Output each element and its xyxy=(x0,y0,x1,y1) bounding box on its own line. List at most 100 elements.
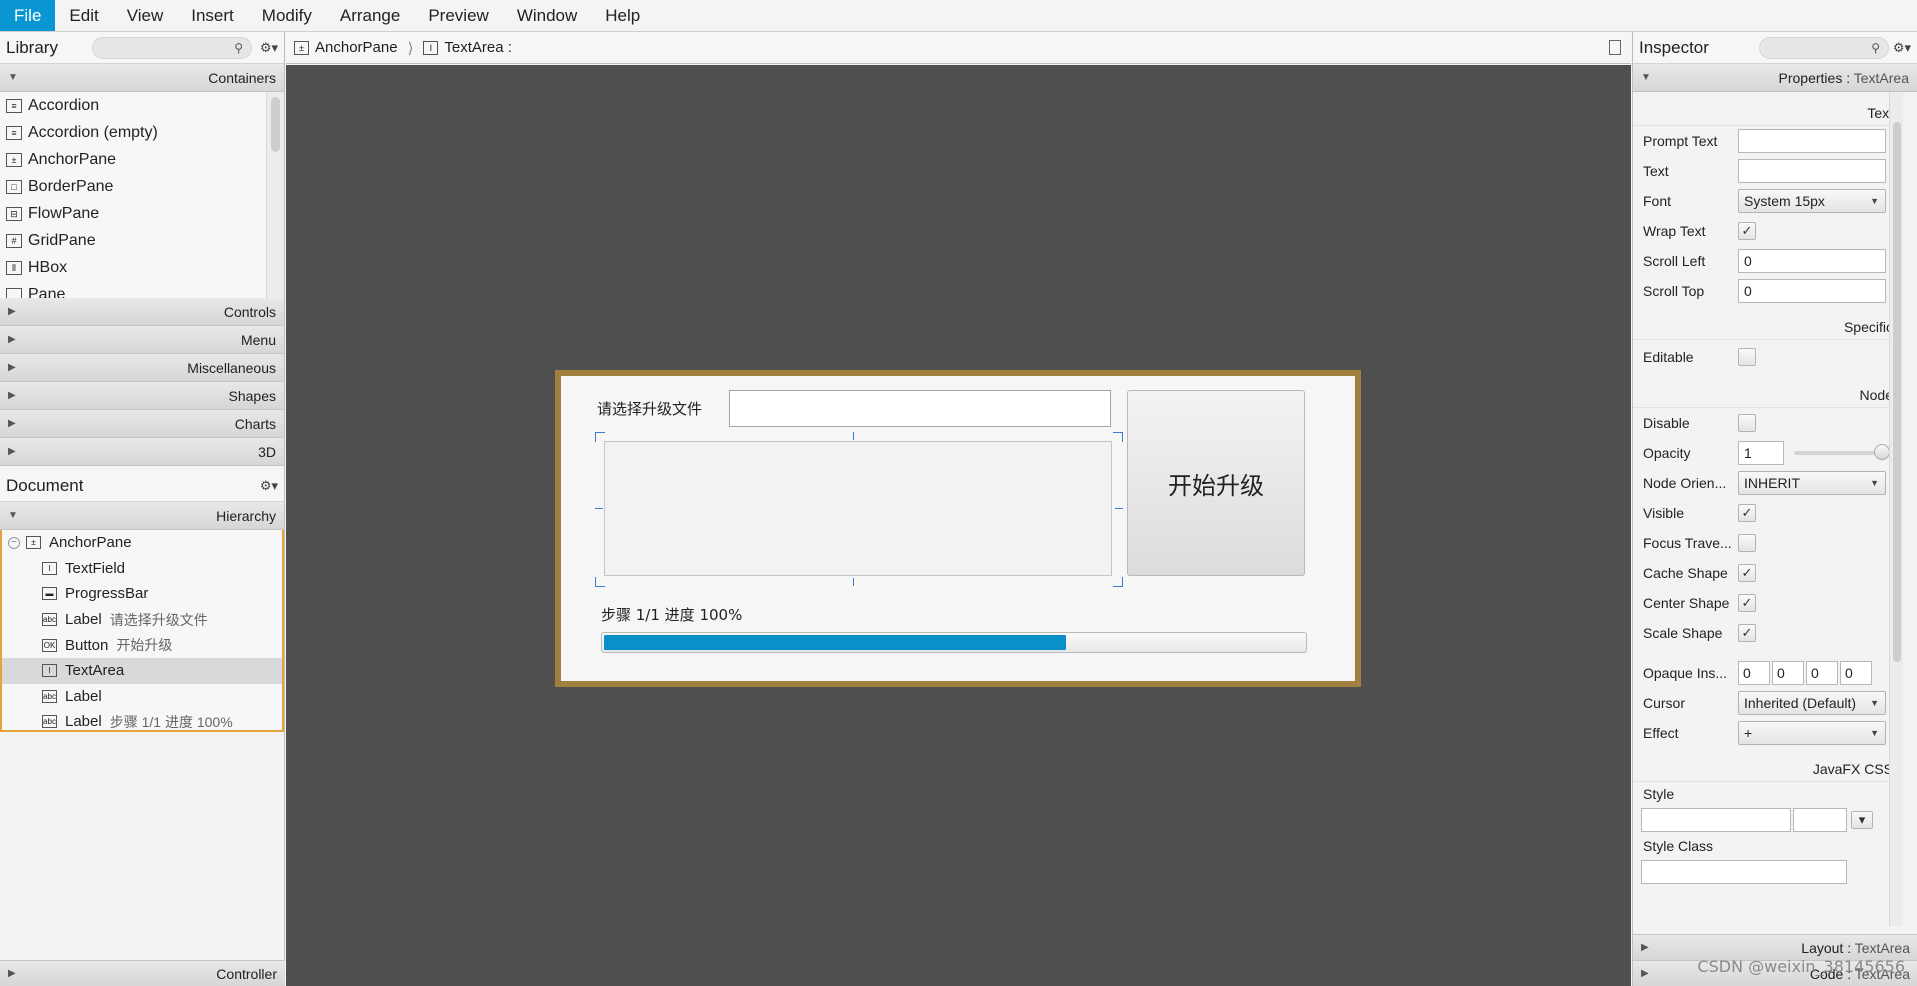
start-upgrade-button[interactable]: 开始升级 xyxy=(1127,390,1305,576)
text-field[interactable] xyxy=(1738,159,1886,183)
style-field[interactable] xyxy=(1641,808,1791,832)
focus-traversable-checkbox[interactable] xyxy=(1738,534,1756,552)
font-select[interactable]: System 15px xyxy=(1738,189,1886,213)
effect-select[interactable]: + xyxy=(1738,721,1886,745)
disable-checkbox[interactable] xyxy=(1738,414,1756,432)
list-item[interactable]: ± AnchorPane xyxy=(0,146,284,173)
selection-handle[interactable] xyxy=(1115,508,1123,509)
log-textarea[interactable] xyxy=(604,441,1112,576)
tree-row-anchorpane[interactable]: − ± AnchorPane xyxy=(2,530,282,556)
menu-edit[interactable]: Edit xyxy=(55,0,112,31)
list-item[interactable]: □ BorderPane xyxy=(0,173,284,200)
scale-shape-checkbox[interactable]: ✓ xyxy=(1738,624,1756,642)
style-class-field[interactable] xyxy=(1641,860,1847,884)
document-icon[interactable] xyxy=(1609,40,1621,55)
selection-handle[interactable] xyxy=(595,508,603,509)
slider-knob[interactable] xyxy=(1874,444,1890,460)
list-item[interactable]: # GridPane xyxy=(0,227,284,254)
center-shape-checkbox[interactable]: ✓ xyxy=(1738,594,1756,612)
tree-row[interactable]: ▬ ProgressBar xyxy=(2,581,282,607)
prop-cursor: Cursor Inherited (Default) xyxy=(1633,688,1903,718)
style-dropdown[interactable]: ▾ xyxy=(1851,811,1873,829)
menu-file[interactable]: File xyxy=(0,0,56,31)
style-value-field[interactable] xyxy=(1793,808,1847,832)
menu-modify[interactable]: Modify xyxy=(248,0,326,31)
section-controls[interactable]: ▶ Controls xyxy=(0,298,284,326)
gear-icon[interactable]: ⚙▾ xyxy=(252,478,278,494)
list-item[interactable]: Pane xyxy=(0,281,284,298)
progress-status-label[interactable]: 步骤 1/1 进度 100% xyxy=(601,604,742,625)
scroll-thumb[interactable] xyxy=(271,97,280,152)
menu-preview[interactable]: Preview xyxy=(414,0,502,31)
wrap-text-checkbox[interactable]: ✓ xyxy=(1738,222,1756,240)
tree-row[interactable]: abc Label 步骤 1/1 进度 100% xyxy=(2,709,282,735)
section-containers[interactable]: ▼ Containers xyxy=(0,64,284,92)
tree-row[interactable]: I TextField xyxy=(2,556,282,582)
library-scrollbar[interactable] xyxy=(266,92,284,298)
collapse-icon[interactable]: − xyxy=(8,536,20,549)
selection-handle[interactable] xyxy=(853,432,854,440)
inspector-scrollbar[interactable] xyxy=(1889,92,1903,926)
menu-insert[interactable]: Insert xyxy=(177,0,248,31)
tree-row[interactable]: abc Label xyxy=(2,684,282,710)
prop-effect: Effect + xyxy=(1633,718,1903,748)
section-properties[interactable]: ▼ Properties : TextArea xyxy=(1633,64,1917,92)
anchor-pane-preview[interactable]: 请选择升级文件 开始升级 步骤 1/1 进度 100% xyxy=(555,370,1361,687)
breadcrumb-current[interactable]: TextArea : xyxy=(444,39,512,56)
cursor-select[interactable]: Inherited (Default) xyxy=(1738,691,1886,715)
breadcrumb-root[interactable]: AnchorPane xyxy=(315,39,398,56)
tree-row[interactable]: abc Label 请选择升级文件 xyxy=(2,607,282,633)
select-file-label[interactable]: 请选择升级文件 xyxy=(597,398,702,419)
opacity-slider[interactable] xyxy=(1794,444,1890,460)
list-item[interactable]: ⦀ HBox xyxy=(0,254,284,281)
file-path-textfield[interactable] xyxy=(729,390,1111,427)
inset-bottom-field[interactable]: 0 xyxy=(1806,661,1838,685)
list-item[interactable]: ⊟ FlowPane xyxy=(0,200,284,227)
list-item[interactable]: ≡ Accordion (empty) xyxy=(0,119,284,146)
inspector-search-input[interactable]: ⚲ xyxy=(1759,36,1889,59)
selection-handle[interactable] xyxy=(1113,577,1123,587)
prop-font: Font System 15px xyxy=(1633,186,1903,216)
selection-handle[interactable] xyxy=(595,432,605,442)
opacity-field[interactable]: 1 xyxy=(1738,441,1784,465)
selection-handle[interactable] xyxy=(1113,432,1123,442)
section-miscellaneous[interactable]: ▶ Miscellaneous xyxy=(0,354,284,382)
node-orientation-select[interactable]: INHERIT xyxy=(1738,471,1886,495)
section-controller[interactable]: ▶ Controller xyxy=(0,960,285,986)
collapsed-triangle-icon: ▶ xyxy=(8,334,16,345)
list-item[interactable]: ≡ Accordion xyxy=(0,92,284,119)
scroll-left-field[interactable]: 0 xyxy=(1738,249,1886,273)
tree-row[interactable]: OK Button 开始升级 xyxy=(2,632,282,658)
inset-right-field[interactable]: 0 xyxy=(1772,661,1804,685)
progress-fill xyxy=(604,635,1066,650)
library-search-input[interactable]: ⚲ xyxy=(92,36,252,59)
scroll-thumb[interactable] xyxy=(1893,122,1901,662)
section-shapes[interactable]: ▶ Shapes xyxy=(0,382,284,410)
collapsed-triangle-icon: ▶ xyxy=(1641,942,1649,953)
inset-left-field[interactable]: 0 xyxy=(1840,661,1872,685)
menu-window[interactable]: Window xyxy=(503,0,591,31)
menu-view[interactable]: View xyxy=(113,0,178,31)
gear-icon[interactable]: ⚙▾ xyxy=(1889,40,1911,56)
menu-arrange[interactable]: Arrange xyxy=(326,0,414,31)
scroll-top-field[interactable]: 0 xyxy=(1738,279,1886,303)
section-charts[interactable]: ▶ Charts xyxy=(0,410,284,438)
section-hierarchy[interactable]: ▼ Hierarchy xyxy=(0,502,284,530)
inset-top-field[interactable]: 0 xyxy=(1738,661,1770,685)
design-canvas[interactable]: 请选择升级文件 开始升级 步骤 1/1 进度 100% xyxy=(286,65,1631,986)
group-text: Text xyxy=(1633,100,1903,126)
tree-row-selected[interactable]: I TextArea xyxy=(2,657,282,684)
selection-handle[interactable] xyxy=(595,577,605,587)
section-menu[interactable]: ▶ Menu xyxy=(0,326,284,354)
menu-help[interactable]: Help xyxy=(591,0,654,31)
selection-handle[interactable] xyxy=(853,578,854,586)
gear-icon[interactable]: ⚙▾ xyxy=(252,40,278,56)
editable-checkbox[interactable] xyxy=(1738,348,1756,366)
section-3d[interactable]: ▶ 3D xyxy=(0,438,284,466)
visible-checkbox[interactable]: ✓ xyxy=(1738,504,1756,522)
upgrade-progress-bar[interactable] xyxy=(601,632,1307,653)
chevron-right-icon: ⟩ xyxy=(407,39,414,57)
cache-shape-checkbox[interactable]: ✓ xyxy=(1738,564,1756,582)
prompt-text-field[interactable] xyxy=(1738,129,1886,153)
grid-pane-icon: # xyxy=(6,233,22,248)
